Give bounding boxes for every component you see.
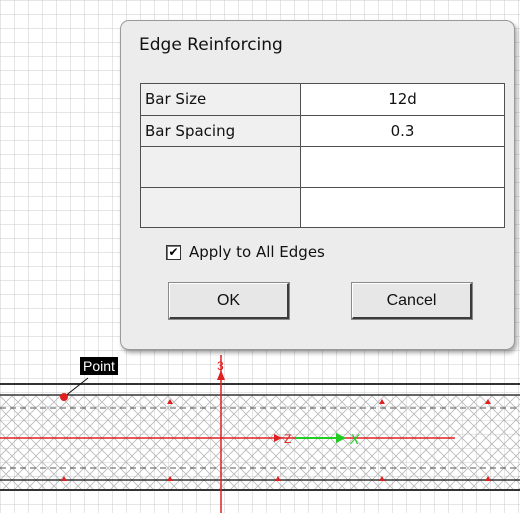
- apply-all-edges-label[interactable]: Apply to All Edges: [189, 243, 325, 261]
- grid-value-bar-size[interactable]: 12d: [300, 83, 505, 116]
- cancel-button[interactable]: Cancel: [351, 282, 473, 320]
- axis-label-y: 3: [217, 359, 224, 373]
- slab-hatch: [0, 395, 520, 490]
- apply-all-edges-checkbox[interactable]: ✔: [166, 244, 181, 260]
- point-label: Point: [80, 357, 118, 375]
- properties-grid: Bar Size 12d Bar Spacing 0.3: [140, 83, 505, 228]
- grid-value-empty[interactable]: [300, 146, 505, 188]
- grid-row: [140, 146, 505, 188]
- grid-label-empty: [140, 146, 301, 188]
- grid-label-bar-spacing: Bar Spacing: [140, 114, 301, 147]
- axis-label-z: Z: [284, 432, 291, 446]
- axis-label-x: X: [349, 431, 360, 447]
- grid-label-bar-size: Bar Size: [140, 83, 301, 116]
- grid-row: Bar Size 12d: [140, 83, 505, 116]
- grid-label-empty: [140, 186, 301, 228]
- point-marker[interactable]: [60, 393, 68, 401]
- grid-row: Bar Spacing 0.3: [140, 114, 505, 147]
- edge-reinforcing-dialog: Edge Reinforcing Bar Size 12d Bar Spacin…: [120, 20, 515, 350]
- checkmark-icon: ✔: [168, 245, 179, 259]
- apply-all-edges-option[interactable]: ✔ Apply to All Edges: [166, 243, 325, 261]
- ok-button[interactable]: OK: [168, 282, 290, 320]
- grid-value-bar-spacing[interactable]: 0.3: [300, 114, 505, 147]
- grid-value-empty[interactable]: [300, 186, 505, 228]
- dialog-title: Edge Reinforcing: [139, 35, 283, 55]
- grid-row: [140, 186, 505, 228]
